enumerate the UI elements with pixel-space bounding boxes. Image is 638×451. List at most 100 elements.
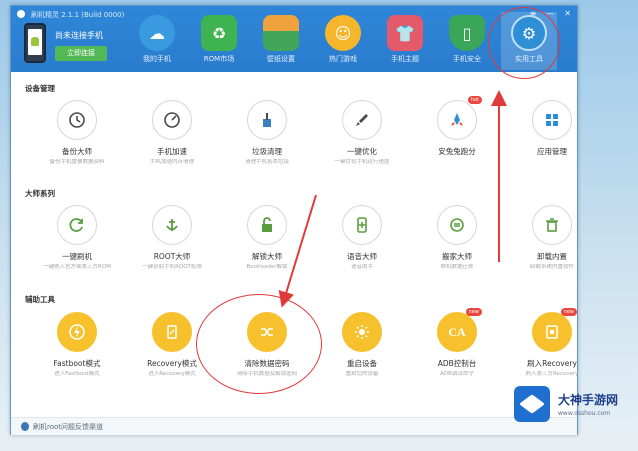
tool-label: 安兔兔跑分 (438, 147, 476, 156)
tool-label: 一键刷机 (62, 252, 92, 261)
tool-clean[interactable]: 垃圾清理 清理手机各类垃圾 (224, 100, 310, 173)
cloud-icon: ☁ (139, 15, 175, 51)
connect-button[interactable]: 立即连接 (55, 46, 107, 61)
tool-speedup[interactable]: 手机加速 手机加速内存清理 (129, 100, 215, 173)
tool-desc: 刷入第三方Recovery (525, 371, 579, 377)
tool-label: 手机加速 (157, 147, 187, 156)
tool-flash[interactable]: 一键刷机 一键刷入官方或第三方ROM (34, 205, 120, 278)
new-badge: new (465, 308, 482, 316)
tool-move[interactable]: 搬家大师 换机数据迁移 (414, 205, 500, 278)
new-badge: new (560, 308, 577, 316)
tool-desc (414, 159, 500, 173)
tool-desc: 重启您的设备 (345, 371, 379, 377)
tool-label: 语音大师 (347, 252, 377, 261)
annotation-circle-mid (196, 294, 322, 394)
tool-label: 应用管理 (537, 147, 567, 156)
nav-my-phone[interactable]: ☁ 我的手机 (129, 12, 185, 70)
annotation-circle-top (488, 7, 560, 79)
wallpaper-icon (263, 15, 299, 51)
tool-label: 搬家大师 (442, 252, 472, 261)
rom-bag-icon: ♻ (201, 15, 237, 51)
speedometer-icon (152, 100, 192, 140)
tool-adb[interactable]: CA new ADB控制台 ADB调试命令 (414, 308, 500, 385)
tool-label: 重启设备 (347, 359, 377, 368)
rocket-icon (342, 100, 382, 140)
game-face-icon: ☺ (325, 15, 361, 51)
tool-desc: 备份手机重要数据资料 (49, 159, 105, 165)
tool-desc: 手机加速内存清理 (149, 159, 194, 165)
tool-uninstall[interactable]: 卸载内置 卸载系统内置软件 (509, 205, 595, 278)
nav-rom-market[interactable]: ♻ ROM市场 (191, 12, 247, 70)
tool-optimize[interactable]: 一键优化 一键优化手机运行速度 (319, 100, 405, 173)
anchor-icon (152, 205, 192, 245)
sun-reboot-icon (342, 312, 382, 352)
app-logo-icon (17, 10, 25, 18)
recovery-install-icon: new (532, 308, 577, 352)
android-icon (31, 37, 39, 46)
tool-fastboot[interactable]: Fastboot模式 进入Fastboot模式 (34, 312, 120, 385)
feedback-link[interactable]: 刷机root问题反馈渠道 (33, 422, 103, 432)
tool-label: 一键优化 (347, 147, 377, 156)
tool-desc: 语音助手 (350, 264, 373, 270)
window-title: 刷机精灵 2.1.1 (Build 0000) (31, 11, 125, 19)
nav-label: 手机主题 (391, 55, 419, 63)
section-title-master: 大师系列 (25, 189, 55, 198)
nav-label: ROM市场 (203, 55, 235, 63)
tool-label: 解锁大师 (252, 252, 282, 261)
device-status-label: 尚未连接手机 (55, 31, 103, 40)
tool-desc: 换机数据迁移 (440, 264, 474, 270)
tool-apps[interactable]: 应用管理 (509, 100, 595, 173)
tool-flash-recovery[interactable]: new 刷入Recovery 刷入第三方Recovery (509, 308, 595, 385)
nav-games[interactable]: ☺ 热门游戏 (315, 12, 371, 70)
tool-label: 垃圾清理 (252, 147, 282, 156)
section-title-aux: 辅助工具 (25, 295, 55, 304)
refresh-icon (57, 205, 97, 245)
nav-label: 壁纸设置 (267, 55, 295, 63)
tool-root[interactable]: ROOT大师 一键获取手机ROOT权限 (129, 205, 215, 278)
nav-label: 手机安全 (453, 55, 481, 63)
tool-unlock[interactable]: 解锁大师 Bootloader解锁 (224, 205, 310, 278)
nav-themes[interactable]: 👕 手机主题 (377, 12, 433, 70)
broom-icon (247, 100, 287, 140)
tool-desc: 清理手机各类垃圾 (244, 159, 289, 165)
nav-label: 我的手机 (143, 55, 171, 63)
tool-antutu[interactable]: hot 安兔兔跑分 (414, 96, 500, 173)
trash-icon (532, 205, 572, 245)
tool-label: 刷入Recovery (527, 359, 577, 368)
status-bar: 刷机root问题反馈渠道 (11, 417, 577, 435)
phone-add-icon (342, 205, 382, 245)
tool-desc: ADB调试命令 (440, 371, 474, 377)
transfer-icon (437, 205, 477, 245)
shield-icon: ▯ (449, 15, 485, 51)
lightning-icon (57, 312, 97, 352)
tool-voice[interactable]: 语音大师 语音助手 (319, 205, 405, 278)
tool-reboot[interactable]: 重启设备 重启您的设备 (319, 312, 405, 385)
tool-desc (509, 159, 595, 173)
feedback-icon (21, 422, 29, 431)
nav-label: 热门游戏 (329, 55, 357, 63)
tool-label: 备份大师 (62, 147, 92, 156)
tool-desc: 卸载系统内置软件 (529, 264, 574, 270)
theme-shirt-icon: 👕 (387, 15, 423, 51)
section-title-device: 设备管理 (25, 84, 55, 93)
backup-restore-icon (57, 100, 97, 140)
tool-desc: 一键获取手机ROOT权限 (142, 264, 202, 270)
tool-desc: 一键刷入官方或第三方ROM (43, 264, 111, 270)
phone-icon (24, 23, 46, 63)
tool-label: ADB控制台 (437, 359, 477, 368)
nav-wallpaper[interactable]: 壁纸设置 (253, 12, 309, 70)
recovery-icon (152, 312, 192, 352)
watermark-url: www.dsshou.com (558, 410, 611, 417)
nav-security[interactable]: ▯ 手机安全 (439, 12, 495, 70)
tool-backup[interactable]: 备份大师 备份手机重要数据资料 (34, 100, 120, 173)
rocket-badge-icon: hot (437, 96, 482, 140)
hot-badge: hot (467, 96, 482, 104)
watermark-logo (514, 386, 550, 422)
tool-label: Fastboot模式 (53, 359, 101, 368)
watermark-title: 大神手游网 (558, 393, 619, 407)
tool-label: 卸载内置 (537, 252, 567, 261)
tool-desc: 进入Recovery模式 (148, 371, 196, 377)
unlock-icon (247, 205, 287, 245)
tool-desc: 进入Fastboot模式 (54, 371, 100, 377)
apps-grid-icon (532, 100, 572, 140)
